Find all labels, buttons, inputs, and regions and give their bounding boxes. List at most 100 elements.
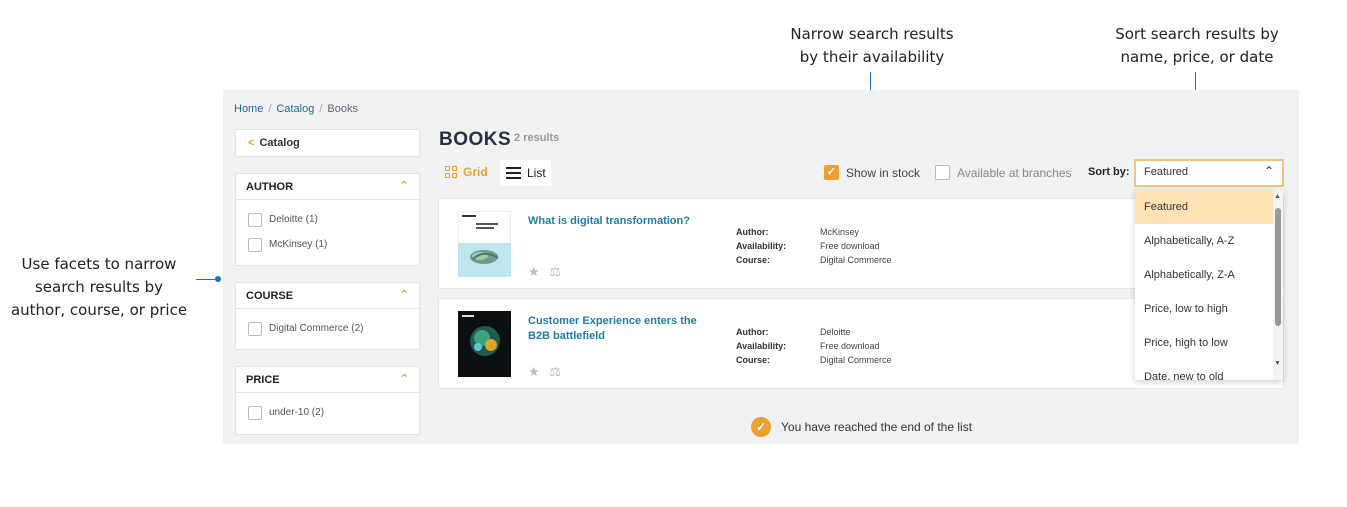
facet-option-digital-commerce[interactable]: Digital Commerce (2) <box>236 313 419 338</box>
availability-callout: Narrow search results by their availabil… <box>772 23 972 69</box>
breadcrumb: Home / Catalog / Books <box>234 103 358 115</box>
list-icon <box>506 167 521 179</box>
sort-callout: Sort search results by name, price, or d… <box>1097 23 1297 69</box>
facet-option-deloitte[interactable]: Deloitte (1) <box>236 204 419 229</box>
star-icon[interactable]: ★ <box>528 264 540 279</box>
result-title-link[interactable]: Customer Experience enters the B2B battl… <box>528 314 718 344</box>
breadcrumb-current: Books <box>327 103 358 115</box>
catalog-back-button[interactable]: < Catalog <box>235 129 420 157</box>
breadcrumb-home[interactable]: Home <box>234 103 263 115</box>
filter-available-at-branches-label: Available at branches <box>957 165 1072 180</box>
breadcrumb-separator: / <box>268 103 272 115</box>
facet-option-label: under-10 (2) <box>269 407 325 418</box>
sort-option-featured[interactable]: Featured <box>1135 190 1283 224</box>
breadcrumb-separator: / <box>319 103 323 115</box>
facet-course: COURSE ⌃ Digital Commerce (2) <box>235 282 420 350</box>
meta-author-label: Author: <box>736 227 769 237</box>
chevron-up-icon[interactable]: ⌃ <box>400 179 409 192</box>
meta-author-value: McKinsey <box>820 227 860 237</box>
facet-author: AUTHOR ⌃ Deloitte (1) McKinsey (1) <box>235 173 420 266</box>
scroll-up-icon[interactable]: ▲ <box>1274 193 1281 200</box>
meta-course-label: Course: <box>736 255 771 265</box>
facet-author-title: AUTHOR <box>246 181 294 193</box>
view-grid-button[interactable]: Grid <box>445 165 488 179</box>
book-cover-image[interactable] <box>458 311 511 377</box>
grid-icon <box>445 166 457 178</box>
sort-option-price-high-low[interactable]: Price, high to low <box>1135 326 1283 360</box>
sort-select-value: Featured <box>1144 166 1189 178</box>
dropdown-scrollbar[interactable]: ▲ ▼ <box>1273 190 1283 380</box>
sort-option-date-new-old[interactable]: Date, new to old <box>1135 360 1283 380</box>
filter-show-in-stock[interactable]: ✓ Show in stock <box>824 165 920 180</box>
result-actions: ★ ⚖ <box>528 264 561 280</box>
catalog-back-label: Catalog <box>259 137 300 149</box>
facet-checkbox[interactable] <box>248 212 262 227</box>
facets-callout-line3: author, course, or price <box>10 301 188 319</box>
sort-dropdown-menu: Featured Alphabetically, A-Z Alphabetica… <box>1135 190 1283 380</box>
compare-icon[interactable]: ⚖ <box>549 264 561 279</box>
meta-course-value: Digital Commerce <box>820 255 892 265</box>
catalog-app: Home / Catalog / Books < Catalog AUTHOR ⌃ Del… <box>223 90 1299 444</box>
view-grid-label: Grid <box>463 165 488 179</box>
sort-option-z-a[interactable]: Alphabetically, Z-A <box>1135 258 1283 292</box>
end-of-list-text: You have reached the end of the list <box>781 420 973 434</box>
sort-callout-line1: Sort search results by <box>1115 25 1279 43</box>
results-count: 2 results <box>514 132 560 144</box>
facet-option-label: Deloitte (1) <box>269 214 318 225</box>
facet-checkbox[interactable] <box>248 237 262 252</box>
page-title: BOOKS <box>439 129 512 150</box>
facets-callout: Use facets to narrow search results by a… <box>4 253 194 322</box>
facet-author-header[interactable]: AUTHOR ⌃ <box>236 174 419 200</box>
sort-callout-line2: name, price, or date <box>1120 48 1274 66</box>
facet-price: PRICE ⌃ under-10 (2) <box>235 366 420 435</box>
facets-callout-dot <box>215 276 221 282</box>
chevron-up-icon[interactable]: ⌃ <box>400 372 409 385</box>
sort-label: Sort by: <box>1088 166 1130 178</box>
facet-course-header[interactable]: COURSE ⌃ <box>236 283 419 309</box>
view-list-button[interactable]: List <box>500 160 551 186</box>
checkmark-icon[interactable]: ✓ <box>824 165 839 180</box>
meta-availability-label: Availability: <box>736 241 787 251</box>
facet-option-mckinsey[interactable]: McKinsey (1) <box>236 229 419 254</box>
book-cover-image[interactable] <box>458 211 511 277</box>
facets-callout-line1: Use facets to narrow <box>21 255 177 273</box>
chevron-up-icon[interactable]: ⌃ <box>400 288 409 301</box>
facet-checkbox[interactable] <box>248 321 262 336</box>
facet-option-label: Digital Commerce (2) <box>269 323 364 334</box>
meta-author-value: Deloitte <box>820 327 851 337</box>
sort-select[interactable]: Featured ⌃ <box>1134 159 1284 187</box>
sort-option-a-z[interactable]: Alphabetically, A-Z <box>1135 224 1283 258</box>
filter-checkbox[interactable] <box>935 165 950 180</box>
filter-show-in-stock-label: Show in stock <box>846 165 921 180</box>
facets-callout-line2: search results by <box>34 278 163 296</box>
facet-option-label: McKinsey (1) <box>269 239 328 250</box>
scrollbar-thumb[interactable] <box>1275 208 1281 326</box>
availability-callout-line1: Narrow search results <box>790 25 954 43</box>
facet-course-title: COURSE <box>246 290 294 302</box>
meta-availability-value: Free download <box>820 341 880 351</box>
breadcrumb-catalog[interactable]: Catalog <box>276 103 314 115</box>
facet-price-header[interactable]: PRICE ⌃ <box>236 367 419 393</box>
facet-option-under-10[interactable]: under-10 (2) <box>236 397 419 422</box>
scroll-down-icon[interactable]: ▼ <box>1274 360 1281 367</box>
facet-checkbox[interactable] <box>248 405 262 420</box>
check-badge-icon: ✓ <box>751 417 771 437</box>
availability-callout-line2: by their availability <box>799 48 945 66</box>
chevron-up-icon: ⌃ <box>1263 164 1274 178</box>
chevron-left-icon: < <box>248 137 255 149</box>
view-list-label: List <box>527 166 546 180</box>
compare-icon[interactable]: ⚖ <box>549 364 561 379</box>
meta-course-value: Digital Commerce <box>820 355 892 365</box>
sort-option-price-low-high[interactable]: Price, low to high <box>1135 292 1283 326</box>
meta-author-label: Author: <box>736 327 769 337</box>
facet-price-title: PRICE <box>246 374 280 386</box>
meta-availability-label: Availability: <box>736 341 787 351</box>
facets-callout-pointer <box>196 279 216 280</box>
meta-availability-value: Free download <box>820 241 880 251</box>
meta-course-label: Course: <box>736 355 771 365</box>
star-icon[interactable]: ★ <box>528 364 540 379</box>
filter-available-at-branches[interactable]: Available at branches <box>935 165 1072 180</box>
result-title-link[interactable]: What is digital transformation? <box>528 214 718 229</box>
end-of-list-message: ✓ You have reached the end of the list <box>751 417 972 437</box>
result-actions: ★ ⚖ <box>528 364 561 380</box>
